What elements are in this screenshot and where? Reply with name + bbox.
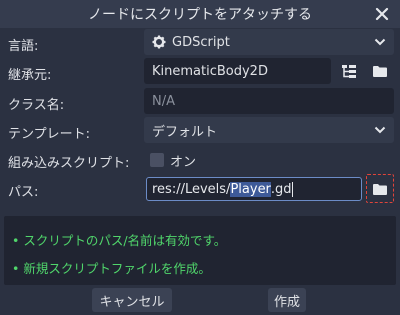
create-button[interactable]: 作成 [268,288,306,312]
inherits-label: 継承元: [8,68,52,83]
inherits-input[interactable]: KinematicBody2D [144,58,331,84]
close-button[interactable] [372,4,392,24]
path-input[interactable]: res://Levels/Player .gd [146,177,362,201]
class-name-label: クラス名: [8,98,65,113]
inheritance-tree-button[interactable] [338,60,360,82]
status-message-path-valid: • スクリプトのパス/名前は有効です。 [12,233,227,248]
builtin-script-label: 組み込みスクリプト: [8,156,130,171]
close-icon [375,7,389,21]
path-prefix: res://Levels/ [152,181,231,197]
folder-icon [373,65,387,77]
template-label: テンプレート: [8,127,90,142]
language-label: 言語: [8,39,39,54]
path-selected-text: Player [230,181,271,197]
dialog-titlebar: ノードにスクリプトをアタッチする [0,0,400,28]
builtin-script-checkbox[interactable] [150,153,164,167]
folder-icon [373,183,387,195]
template-dropdown[interactable]: デフォルト [144,117,394,143]
chevron-down-icon [374,38,386,46]
dialog-title: ノードにスクリプトをアタッチする [88,7,312,23]
class-name-input: N/A [144,88,394,114]
builtin-script-checkbox-label[interactable]: オン [170,151,196,170]
status-panel: • スクリプトのパス/名前は有効です。 • 新規スクリプトファイルを作成。 [4,216,396,285]
language-dropdown[interactable]: GDScript [144,29,394,55]
path-suffix: .gd [270,181,292,197]
status-message-new-file: • 新規スクリプトファイルを作成。 [12,261,211,276]
template-value: デフォルト [152,124,218,140]
path-label: パス: [8,185,39,200]
text-cursor [291,181,293,197]
cancel-button[interactable]: キャンセル [92,288,172,312]
gear-icon [152,35,166,49]
chevron-down-icon [374,126,386,134]
inherits-value: KinematicBody2D [152,63,268,79]
path-browse-button[interactable] [369,178,391,200]
inherits-browse-button[interactable] [369,60,391,82]
class-tree-icon [342,65,356,78]
class-name-value: N/A [152,93,175,109]
language-value: GDScript [172,34,230,50]
